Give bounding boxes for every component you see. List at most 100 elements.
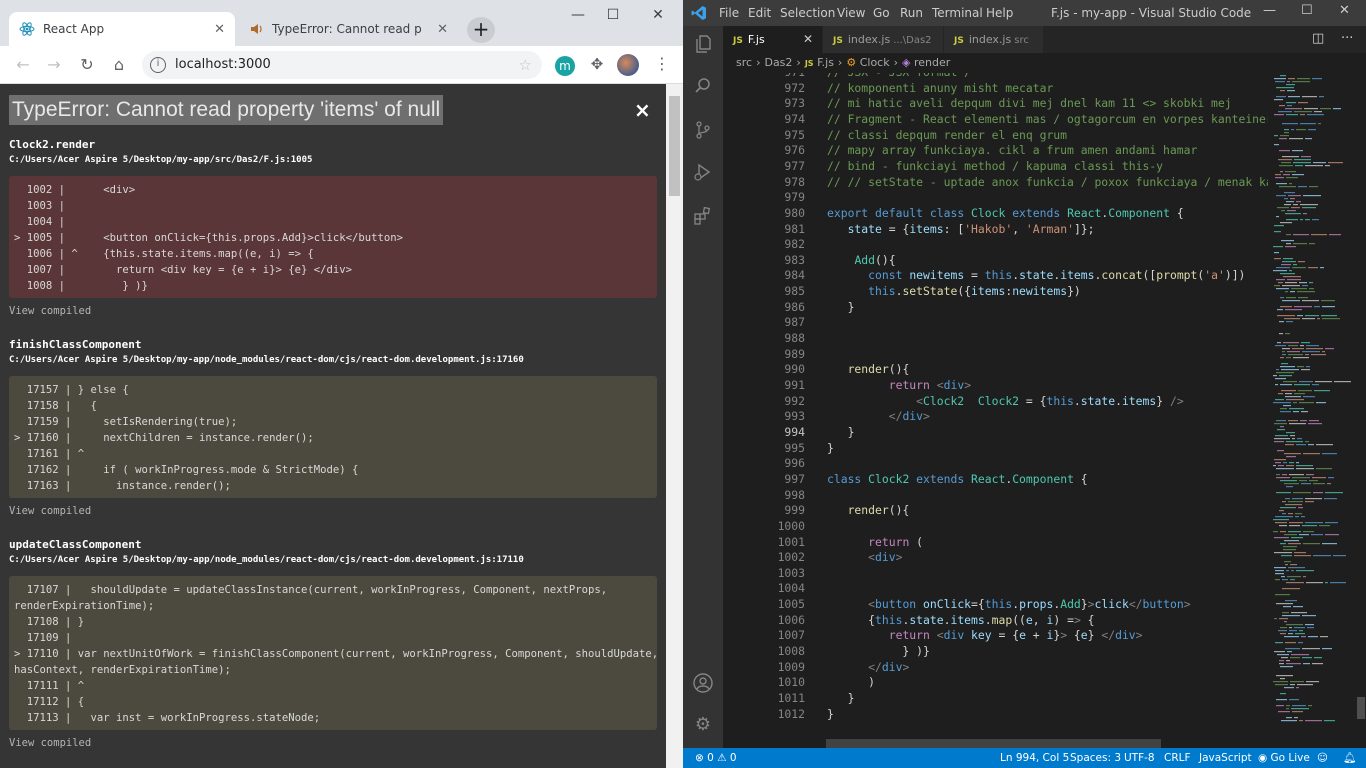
- feedback-icon[interactable]: ☺: [1317, 748, 1328, 768]
- extensions-icon[interactable]: [692, 206, 714, 228]
- back-icon[interactable]: ←: [13, 55, 33, 75]
- manage-gear-icon[interactable]: ⚙: [692, 714, 714, 736]
- close-tab-icon[interactable]: ✕: [437, 22, 448, 37]
- line-endings[interactable]: CRLF: [1164, 748, 1191, 768]
- new-tab-button[interactable]: +: [467, 17, 495, 43]
- tab-react-app[interactable]: React App ✕: [9, 12, 235, 46]
- forward-icon[interactable]: →: [44, 55, 64, 75]
- code-line[interactable]: // JSX - JSX format /: [827, 73, 971, 79]
- code-line[interactable]: ): [827, 675, 875, 689]
- code-line[interactable]: return <div key = {e + i}> {e} </div>: [827, 628, 1143, 642]
- page-scrollbar[interactable]: [666, 84, 683, 768]
- code-line[interactable]: }: [827, 441, 834, 455]
- address-bar[interactable]: i localhost:3000 ☆: [142, 51, 542, 79]
- problems-indicator[interactable]: ⊗ 0 ⚠ 0: [695, 748, 737, 768]
- profile-avatar[interactable]: [617, 54, 639, 76]
- menu-go[interactable]: Go: [873, 6, 890, 20]
- tab-index-das2[interactable]: JS index.js ...\Das2: [823, 26, 943, 53]
- source-control-icon[interactable]: [692, 120, 714, 142]
- editor-scrollbar[interactable]: [1354, 73, 1366, 748]
- close-tab-icon[interactable]: ✕: [214, 22, 225, 37]
- site-info-icon[interactable]: i: [150, 57, 166, 73]
- scrollbar-slider[interactable]: [1357, 697, 1365, 719]
- breadcrumb-item[interactable]: Clock: [860, 56, 890, 69]
- code-line[interactable]: // Fragment - React elementi mas / ogtag…: [827, 112, 1268, 126]
- code-line[interactable]: </div>: [827, 660, 909, 674]
- horizontal-scrollbar[interactable]: [826, 739, 1161, 748]
- code-line[interactable]: // bind - funkciayi method / kapuma clas…: [827, 159, 1163, 173]
- view-compiled-link[interactable]: View compiled: [9, 737, 91, 749]
- code-line[interactable]: }: [827, 300, 855, 314]
- code-line[interactable]: this.setState({items:newitems}): [827, 284, 1081, 298]
- menu-edit[interactable]: Edit: [748, 6, 771, 20]
- code-line[interactable]: const newitems = this.state.items.concat…: [827, 268, 1245, 282]
- account-icon[interactable]: [692, 672, 714, 694]
- code-line[interactable]: class Clock2 extends React.Component {: [827, 472, 1088, 486]
- code-line[interactable]: <button onClick={this.props.Add}>click</…: [827, 597, 1190, 611]
- close-window-button[interactable]: ✕: [647, 4, 669, 26]
- code-line[interactable]: // // setState - uptade anox funkcia / p…: [827, 175, 1268, 189]
- breadcrumb-item[interactable]: Das2: [764, 56, 792, 69]
- go-live-button[interactable]: ◉ Go Live: [1258, 748, 1310, 768]
- maximize-button[interactable]: ☐: [602, 4, 624, 26]
- tab-typeerror[interactable]: TypeError: Cannot read proper ✕: [238, 12, 458, 46]
- code-line[interactable]: export default class Clock extends React…: [827, 206, 1184, 220]
- frame-file-path[interactable]: C:/Users/Acer Aspire 5/Desktop/my-app/sr…: [9, 155, 312, 165]
- frame-file-path[interactable]: C:/Users/Acer Aspire 5/Desktop/my-app/no…: [9, 555, 524, 565]
- code-line[interactable]: state = {items: ['Hakob', 'Arman']};: [827, 222, 1095, 236]
- code-line[interactable]: return (: [827, 535, 923, 549]
- code-line[interactable]: render(){: [827, 503, 910, 517]
- explorer-icon[interactable]: [692, 34, 714, 56]
- menu-view[interactable]: View: [837, 6, 865, 20]
- indentation[interactable]: Spaces: 3: [1070, 748, 1121, 768]
- code-line[interactable]: {this.state.items.map((e, i) => {: [827, 613, 1094, 627]
- breadcrumb-item[interactable]: render: [914, 56, 950, 69]
- minimize-button[interactable]: —: [1263, 3, 1276, 18]
- minimap[interactable]: [1271, 73, 1353, 723]
- frame-file-path[interactable]: C:/Users/Acer Aspire 5/Desktop/my-app/no…: [9, 355, 524, 365]
- more-actions-icon[interactable]: ···: [1341, 31, 1353, 46]
- tab-index-src[interactable]: JS index.js src: [944, 26, 1043, 53]
- run-debug-icon[interactable]: [692, 162, 714, 184]
- code-line[interactable]: // mapy array funkciaya. cikl a frum ame…: [827, 143, 1197, 157]
- menu-help[interactable]: Help: [986, 6, 1013, 20]
- language-mode[interactable]: JavaScript: [1199, 748, 1252, 768]
- menu-selection[interactable]: Selection: [780, 6, 835, 20]
- overlay-close-icon[interactable]: ×: [634, 98, 651, 122]
- close-tab-icon[interactable]: ✕: [803, 26, 813, 53]
- menu-run[interactable]: Run: [900, 6, 923, 20]
- notifications-bell-icon[interactable]: 🔔︎: [1343, 748, 1356, 768]
- bookmark-star-icon[interactable]: ☆: [519, 51, 532, 79]
- close-window-button[interactable]: ✕: [1339, 3, 1350, 18]
- reload-icon[interactable]: ↻: [77, 55, 97, 75]
- breadcrumb-item[interactable]: F.js: [817, 56, 834, 69]
- cursor-position[interactable]: Ln 994, Col 5: [1000, 748, 1069, 768]
- code-line[interactable]: // komponenti anuny misht mecatar: [827, 81, 1053, 95]
- code-line[interactable]: <div>: [827, 550, 902, 564]
- code-line[interactable]: }: [827, 707, 834, 721]
- code-line[interactable]: return <div>: [827, 378, 971, 392]
- code-editor[interactable]: 971 // JSX - JSX format / 972 // komponenti…: [723, 73, 1268, 748]
- code-line[interactable]: } )}: [827, 644, 929, 658]
- extensions-puzzle-icon[interactable]: ✥: [587, 55, 607, 75]
- code-line[interactable]: render(){: [827, 362, 910, 376]
- breadcrumb-item[interactable]: src: [736, 56, 752, 69]
- search-icon[interactable]: [692, 76, 714, 98]
- extension-m-icon[interactable]: m: [555, 56, 575, 76]
- maximize-button[interactable]: ☐: [1301, 3, 1313, 18]
- tab-f-js[interactable]: JS F.js ✕: [723, 26, 822, 53]
- code-line[interactable]: <Clock2 Clock2 = {this.state.items} />: [827, 394, 1184, 408]
- code-line[interactable]: Add(){: [827, 253, 895, 267]
- minimize-button[interactable]: —: [567, 4, 589, 26]
- encoding[interactable]: UTF-8: [1124, 748, 1155, 768]
- menu-file[interactable]: File: [719, 6, 739, 20]
- code-line[interactable]: // mi hatic aveli depqum divi mej dnel k…: [827, 96, 1232, 110]
- menu-terminal[interactable]: Terminal: [932, 6, 983, 20]
- scrollbar-thumb[interactable]: [669, 96, 680, 196]
- code-line[interactable]: }: [827, 691, 855, 705]
- chrome-menu-icon[interactable]: ⋮: [654, 54, 670, 73]
- code-line[interactable]: }: [827, 425, 855, 439]
- code-line[interactable]: // classi depqum render el enq grum: [827, 128, 1067, 142]
- view-compiled-link[interactable]: View compiled: [9, 305, 91, 317]
- home-icon[interactable]: ⌂: [109, 55, 129, 75]
